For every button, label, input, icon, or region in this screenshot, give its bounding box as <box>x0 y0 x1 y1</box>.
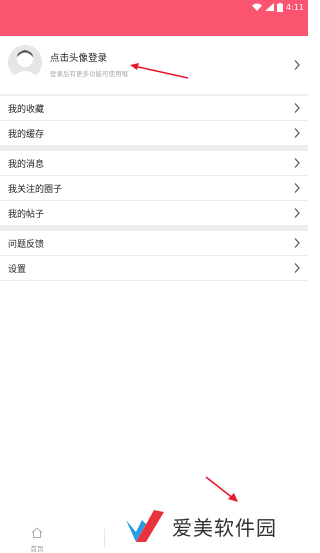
menu-item-label: 我的帖子 <box>8 210 45 220</box>
tab-divider <box>104 529 105 547</box>
chevron-right-icon <box>294 263 300 273</box>
watermark-text: 爱美软件园 <box>172 515 277 540</box>
chevron-right-icon <box>294 183 300 193</box>
menu-item-label: 问题反馈 <box>8 240 45 250</box>
chevron-right-icon <box>294 208 300 218</box>
tab-home-label: 首页 <box>30 545 44 553</box>
default-avatar-icon <box>8 45 42 79</box>
menu-item-label: 设置 <box>8 265 27 275</box>
watermark: 爱美软件园 <box>124 507 277 545</box>
login-prompt[interactable]: 点击头像登录 <box>50 50 107 64</box>
menu-item-favorites[interactable]: 我的收藏 <box>0 96 308 121</box>
menu-item-cache[interactable]: 我的缓存 <box>0 121 308 146</box>
menu-item-label: 我关注的圈子 <box>8 185 63 195</box>
menu-item-followed-circles[interactable]: 我关注的圈子 <box>0 176 308 201</box>
menu-item-label: 我的缓存 <box>8 130 45 140</box>
chevron-right-icon <box>294 158 300 168</box>
battery-icon <box>277 2 284 12</box>
chevron-right-icon <box>294 60 300 70</box>
wifi-icon <box>252 3 263 11</box>
menu-item-label: 我的收藏 <box>8 105 45 115</box>
avatar[interactable] <box>8 45 42 79</box>
status-bar: 4:11 <box>0 0 308 36</box>
login-hint: 登录后有更多功能可使用哦 <box>50 70 128 78</box>
menu-item-my-posts[interactable]: 我的帖子 <box>0 201 308 226</box>
signal-icon <box>265 3 275 11</box>
watermark-logo-icon <box>126 510 164 542</box>
tab-home[interactable]: 首页 <box>20 523 54 553</box>
menu-item-messages[interactable]: 我的消息 <box>0 151 308 176</box>
menu-item-label: 我的消息 <box>8 160 45 170</box>
chevron-right-icon <box>294 238 300 248</box>
chevron-right-icon <box>294 103 300 113</box>
menu-item-settings[interactable]: 设置 <box>0 256 308 281</box>
status-time: 4:11 <box>286 2 304 12</box>
chevron-right-icon <box>294 128 300 138</box>
status-icons: 4:11 <box>252 1 304 13</box>
annotation-arrow <box>205 476 238 502</box>
annotation-arrow <box>130 63 189 79</box>
menu-item-feedback[interactable]: 问题反馈 <box>0 231 308 256</box>
home-icon <box>31 527 43 538</box>
